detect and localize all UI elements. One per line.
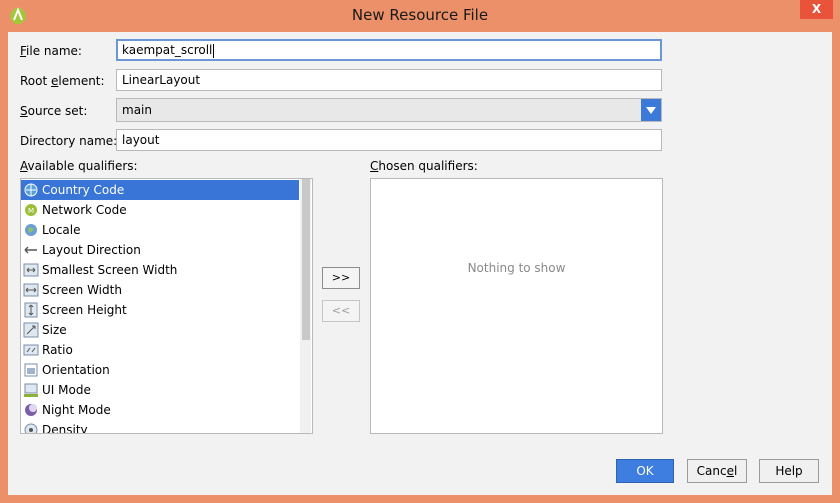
list-item[interactable]: Ratio <box>21 340 299 360</box>
window-title: New Resource File <box>351 6 489 24</box>
list-scrollbar[interactable] <box>300 179 311 433</box>
screen-width-icon <box>23 283 39 297</box>
density-icon <box>24 423 38 433</box>
list-item[interactable]: UI Mode <box>21 380 299 400</box>
list-item[interactable]: Size <box>21 320 299 340</box>
close-button[interactable]: X <box>800 0 833 19</box>
ui-mode-icon <box>24 383 38 397</box>
list-item[interactable]: Orientation <box>21 360 299 380</box>
chosen-qualifiers-label: Chosen qualifiers: <box>370 159 478 173</box>
size-icon <box>23 322 39 338</box>
available-qualifiers-label: Available qualifiers: <box>20 159 138 173</box>
globe-icon <box>24 183 38 197</box>
layout-direction-icon <box>24 246 37 254</box>
directory-name-input[interactable]: layout <box>116 129 662 151</box>
network-icon: M <box>25 204 37 216</box>
list-item[interactable]: Screen Height <box>21 300 299 320</box>
list-item[interactable]: Country Code <box>21 180 299 200</box>
screen-height-icon <box>24 302 38 318</box>
source-set-value: main <box>122 103 152 117</box>
list-item[interactable]: Smallest Screen Width <box>21 260 299 280</box>
scrollbar-thumb[interactable] <box>302 179 310 340</box>
directory-name-label: Directory name: <box>20 134 118 148</box>
ratio-icon <box>23 344 39 356</box>
list-item[interactable]: Screen Width <box>21 280 299 300</box>
available-qualifiers-list[interactable]: Country Code M Network Code Locale Layou… <box>20 178 313 434</box>
source-set-label: Source set: <box>20 104 88 118</box>
list-item[interactable]: Night Mode <box>21 400 299 420</box>
screen-width-icon <box>23 263 39 277</box>
file-name-label: File name: <box>20 44 82 58</box>
file-name-value: kaempat_scroll <box>122 43 213 57</box>
title-bar[interactable]: New Resource File X <box>0 0 840 32</box>
close-icon: X <box>811 2 822 16</box>
list-item[interactable]: M Network Code <box>21 200 299 220</box>
globe-icon <box>25 224 37 236</box>
list-item[interactable]: Layout Direction <box>21 240 299 260</box>
empty-state-text: Nothing to show <box>467 261 566 275</box>
remove-qualifier-button[interactable]: << <box>322 300 360 322</box>
add-qualifier-button[interactable]: >> <box>322 267 360 289</box>
file-name-input[interactable]: kaempat_scroll <box>116 39 662 61</box>
root-element-input[interactable]: LinearLayout <box>116 69 662 91</box>
text-caret <box>213 43 215 58</box>
help-button[interactable]: Help <box>759 459 819 483</box>
dialog-window: New Resource File X File name: kaempat_s… <box>0 0 840 503</box>
source-set-select[interactable]: main <box>116 98 662 122</box>
root-element-label: Root element: <box>20 74 105 88</box>
svg-text:M: M <box>28 207 34 215</box>
list-item[interactable]: Density <box>21 420 299 433</box>
dialog-content: File name: kaempat_scroll Root element: … <box>8 32 832 495</box>
chevron-down-icon[interactable] <box>641 99 661 121</box>
orientation-icon <box>24 363 38 377</box>
night-mode-icon <box>25 404 37 416</box>
cancel-button[interactable]: Cancel <box>687 459 747 483</box>
chosen-qualifiers-list[interactable]: Nothing to show <box>370 178 663 434</box>
ok-button[interactable]: OK <box>616 459 674 483</box>
list-item[interactable]: Locale <box>21 220 299 240</box>
